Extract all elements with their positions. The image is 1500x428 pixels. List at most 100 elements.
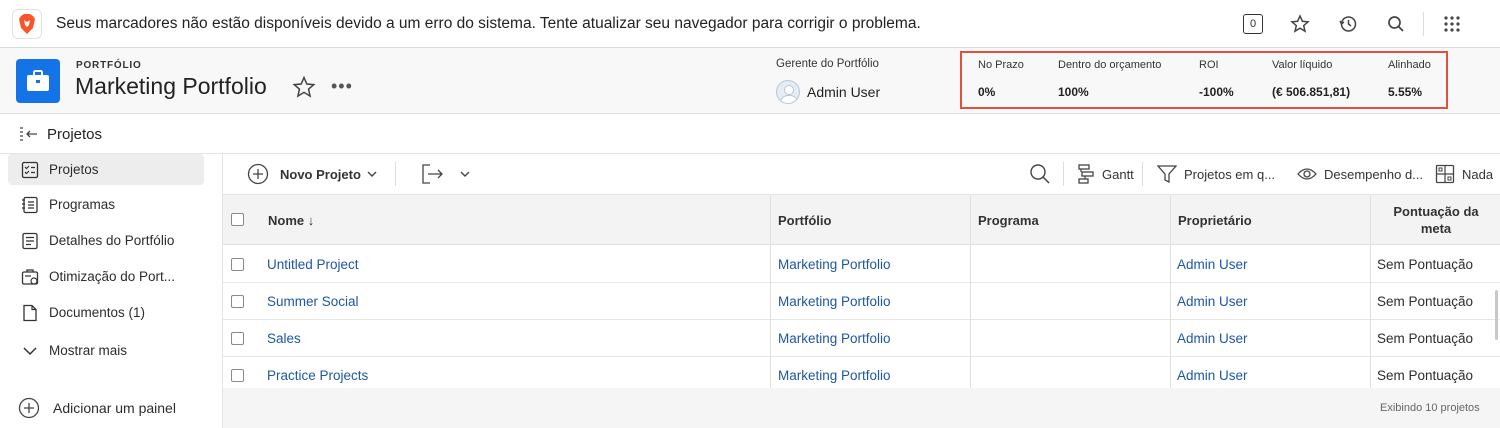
- search-icon[interactable]: [1384, 12, 1408, 36]
- sidebar-item-details[interactable]: Detalhes do Portfólio: [8, 225, 204, 256]
- apps-grid-icon[interactable]: [1440, 12, 1464, 36]
- sidebar-show-more[interactable]: Mostrar mais: [8, 335, 204, 366]
- kpi-panel: No Prazo 0% Dentro do orçamento 100% ROI…: [960, 51, 1448, 109]
- portfolio-link[interactable]: Marketing Portfolio: [778, 357, 891, 388]
- main-content: Novo Projeto Gantt Projetos em q... Dese…: [222, 154, 1500, 428]
- column-owner[interactable]: Proprietário: [1178, 195, 1252, 245]
- score-cell: Sem Pontuação: [1377, 257, 1474, 272]
- row-checkbox[interactable]: [231, 258, 244, 271]
- kpi-value: (€ 506.851,81): [1272, 85, 1351, 99]
- gantt-button[interactable]: Gantt: [1077, 162, 1134, 186]
- column-portfolio[interactable]: Portfólio: [778, 195, 831, 245]
- sidebar-item-programs[interactable]: Programas: [8, 189, 204, 220]
- manager-name: Admin User: [807, 84, 881, 100]
- chevron-down-icon: [19, 346, 41, 356]
- eye-icon: [1297, 168, 1317, 180]
- chevron-down-icon: [367, 171, 377, 177]
- page-kicker: PORTFÓLIO: [76, 60, 142, 71]
- table-row[interactable]: Summer Social Marketing Portfolio Admin …: [223, 283, 1500, 320]
- sidebar-item-label: Mostrar mais: [49, 343, 128, 358]
- select-all-checkbox[interactable]: [231, 213, 244, 226]
- manager-label: Gerente do Portfólio: [776, 58, 879, 70]
- table-row[interactable]: Practice Projects Marketing Portfolio Ad…: [223, 357, 1500, 388]
- export-button[interactable]: [421, 162, 470, 186]
- column-divider: [970, 195, 971, 388]
- sidebar-item-optimizer[interactable]: Otimização do Port...: [8, 261, 204, 292]
- project-name-link[interactable]: Practice Projects: [267, 357, 368, 388]
- table-row[interactable]: Untitled Project Marketing Portfolio Adm…: [223, 246, 1500, 283]
- column-score[interactable]: Pontuação da meta: [1371, 195, 1500, 245]
- sidebar-item-documents[interactable]: Documentos (1): [8, 297, 204, 328]
- filter-label: Projetos em q...: [1184, 166, 1276, 182]
- owner-link[interactable]: Admin User: [1177, 320, 1248, 357]
- grid-search-button[interactable]: [1029, 162, 1051, 186]
- star-icon[interactable]: [1288, 12, 1312, 36]
- portfolio-link[interactable]: Marketing Portfolio: [778, 283, 891, 320]
- programs-icon: [19, 196, 41, 214]
- column-divider: [770, 195, 771, 388]
- gantt-label: Gantt: [1102, 166, 1134, 182]
- more-options-button[interactable]: •••: [331, 76, 353, 97]
- filter-button[interactable]: Projetos em q...: [1157, 162, 1275, 186]
- projects-table: Nome ↓ Portfólio Programa Proprietário P…: [223, 195, 1500, 388]
- owner-link[interactable]: Admin User: [1177, 246, 1248, 283]
- table-header: Nome ↓ Portfólio Programa Proprietário P…: [223, 195, 1500, 245]
- sidebar-item-label: Otimização do Port...: [49, 269, 176, 284]
- filter-icon: [1157, 165, 1177, 184]
- manager-info[interactable]: Admin User: [776, 80, 880, 104]
- sidebar: Projetos Programas Detalhes do Portfólio…: [0, 154, 222, 428]
- add-panel-button[interactable]: Adicionar um painel: [18, 397, 176, 419]
- row-checkbox[interactable]: [231, 369, 244, 382]
- score-cell: Sem Pontuação: [1377, 294, 1474, 309]
- kpi-label: Alinhado: [1388, 59, 1431, 71]
- chevron-down-icon: [460, 171, 470, 177]
- sidebar-item-projects[interactable]: Projetos: [8, 154, 204, 185]
- column-name[interactable]: Nome ↓: [268, 195, 314, 245]
- column-divider: [1170, 195, 1171, 388]
- brave-lion-icon: [12, 9, 42, 39]
- new-project-label: Novo Projeto: [280, 166, 361, 182]
- row-checkbox[interactable]: [231, 332, 244, 345]
- notice-divider: [1423, 12, 1424, 36]
- project-name-link[interactable]: Untitled Project: [267, 246, 359, 283]
- details-icon: [19, 232, 41, 250]
- table-row[interactable]: Sales Marketing Portfolio Admin User Sem…: [223, 320, 1500, 357]
- portfolio-link[interactable]: Marketing Portfolio: [778, 320, 891, 357]
- portfolio-link[interactable]: Marketing Portfolio: [778, 246, 891, 283]
- table-scrollbar[interactable]: [1495, 290, 1498, 340]
- section-header: Projetos: [0, 114, 1500, 154]
- kpi-label: No Prazo: [978, 59, 1024, 71]
- gantt-icon: [1078, 164, 1094, 184]
- score-cell: Sem Pontuação: [1377, 368, 1474, 383]
- kpi-label: Dentro do orçamento: [1058, 59, 1162, 71]
- owner-link[interactable]: Admin User: [1177, 283, 1248, 320]
- projects-icon: [19, 161, 41, 179]
- export-icon: [422, 164, 443, 184]
- history-icon[interactable]: [1336, 12, 1360, 36]
- grouping-icon: [1435, 164, 1455, 184]
- column-divider: [1370, 195, 1371, 388]
- kpi-label: ROI: [1199, 59, 1219, 71]
- project-name-link[interactable]: Sales: [267, 320, 301, 357]
- new-project-button[interactable]: Novo Projeto: [247, 162, 377, 186]
- grouping-button[interactable]: Nada: [1435, 162, 1493, 186]
- bookmark-counter-icon[interactable]: 0: [1243, 14, 1263, 34]
- plus-circle-icon: [18, 397, 40, 419]
- view-button[interactable]: Desempenho d...: [1297, 162, 1423, 186]
- page-title: Marketing Portfolio: [75, 73, 267, 99]
- collapse-panel-icon[interactable]: [19, 126, 39, 147]
- owner-link[interactable]: Admin User: [1177, 357, 1248, 388]
- row-checkbox[interactable]: [231, 295, 244, 308]
- grouping-label: Nada: [1462, 166, 1494, 182]
- kpi-value: 0%: [978, 85, 996, 99]
- favorite-star-icon[interactable]: [292, 75, 316, 103]
- document-icon: [19, 304, 41, 322]
- sidebar-item-label: Programas: [49, 197, 116, 212]
- column-program[interactable]: Programa: [978, 195, 1039, 245]
- kpi-value: -100%: [1199, 85, 1234, 99]
- search-icon: [1030, 164, 1050, 184]
- plus-circle-icon: [247, 163, 269, 185]
- toolbar-divider: [1063, 162, 1064, 186]
- view-label: Desempenho d...: [1324, 166, 1424, 182]
- project-name-link[interactable]: Summer Social: [267, 283, 359, 320]
